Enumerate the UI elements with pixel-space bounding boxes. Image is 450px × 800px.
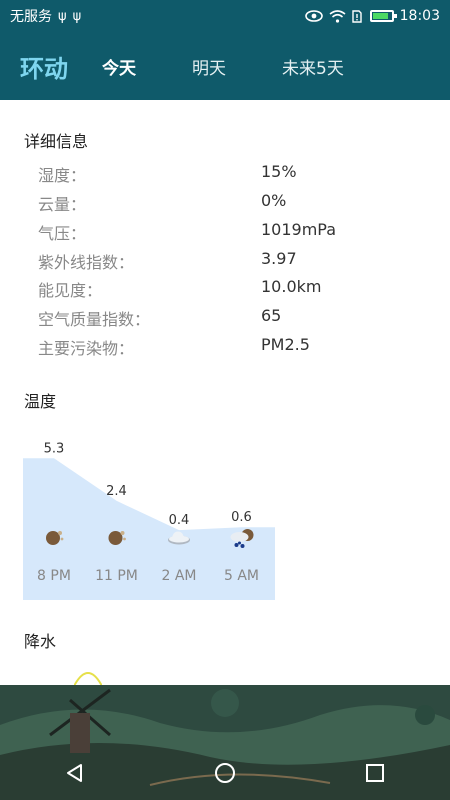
battery-level <box>372 13 388 19</box>
battery-icon <box>369 10 397 22</box>
temperature-value-label: 2.4 <box>106 484 127 499</box>
details-title: 详细信息 <box>24 132 89 151</box>
temperature-time-label: 5 AM <box>223 568 259 584</box>
status-bar-right: 18:03 <box>304 8 440 24</box>
back-triangle-icon <box>67 763 82 782</box>
temperature-time-label: 2 AM <box>161 568 197 584</box>
temperature-title: 温度 <box>24 392 57 411</box>
precipitation-chart-edge <box>74 672 102 685</box>
clock-text: 18:03 <box>399 8 440 24</box>
app-bar: 环动 今天 明天 未来5天 <box>0 32 450 100</box>
back-button[interactable] <box>45 753 105 793</box>
recents-button[interactable] <box>345 753 405 793</box>
temperature-time-label: 11 PM <box>95 568 138 584</box>
wifi-icon <box>329 9 346 23</box>
temperature-value-label: 0.4 <box>169 513 190 528</box>
detail-value: 3.97 <box>261 249 297 268</box>
detail-label: 能见度： <box>38 281 103 300</box>
tab-next-5-days[interactable]: 未来5天 <box>282 54 344 79</box>
precipitation-title: 降水 <box>24 632 57 651</box>
eye-icon <box>304 10 323 22</box>
detail-value: 15% <box>261 162 297 181</box>
detail-label: 气压： <box>38 224 87 243</box>
detail-label: 云量： <box>38 195 87 214</box>
tab-tomorrow[interactable]: 明天 <box>192 54 226 79</box>
temperature-time-label: 8 PM <box>37 568 71 584</box>
home-button[interactable] <box>195 753 255 793</box>
detail-label: 主要污染物： <box>38 339 135 358</box>
temperature-chart: 5.3 2.4 0.4 0.6 8 PM 11 PM 2 AM 5 AM <box>23 430 275 600</box>
usb-icon: ψ <box>58 8 67 24</box>
detail-label: 空气质量指数： <box>38 310 151 329</box>
detail-label: 紫外线指数： <box>38 253 135 272</box>
status-bar: 无服务 ψ ψ 18:03 <box>0 0 450 32</box>
detail-value: PM2.5 <box>261 335 310 354</box>
usb-debug-icon: ψ <box>72 8 82 24</box>
status-bar-left: 无服务 ψ ψ <box>10 6 81 26</box>
temperature-value-label: 0.6 <box>231 510 252 525</box>
app-logo: 环动 <box>20 54 68 83</box>
home-circle-icon <box>215 762 235 783</box>
sim-alert-icon <box>351 9 362 23</box>
main-content[interactable]: 详细信息 湿度： 15% 云量： 0% 气压： 1019mPa 紫外线指数： 3… <box>0 100 450 685</box>
detail-label: 湿度： <box>38 166 87 185</box>
temperature-value-label: 5.3 <box>44 441 65 456</box>
tab-today[interactable]: 今天 <box>102 54 136 79</box>
detail-value: 65 <box>261 306 282 325</box>
detail-value: 1019mPa <box>261 220 337 239</box>
detail-value: 0% <box>261 191 287 210</box>
system-nav-bar <box>0 745 450 800</box>
carrier-text: 无服务 <box>10 9 52 25</box>
recents-square-icon <box>366 763 384 782</box>
detail-value: 10.0km <box>261 277 322 296</box>
